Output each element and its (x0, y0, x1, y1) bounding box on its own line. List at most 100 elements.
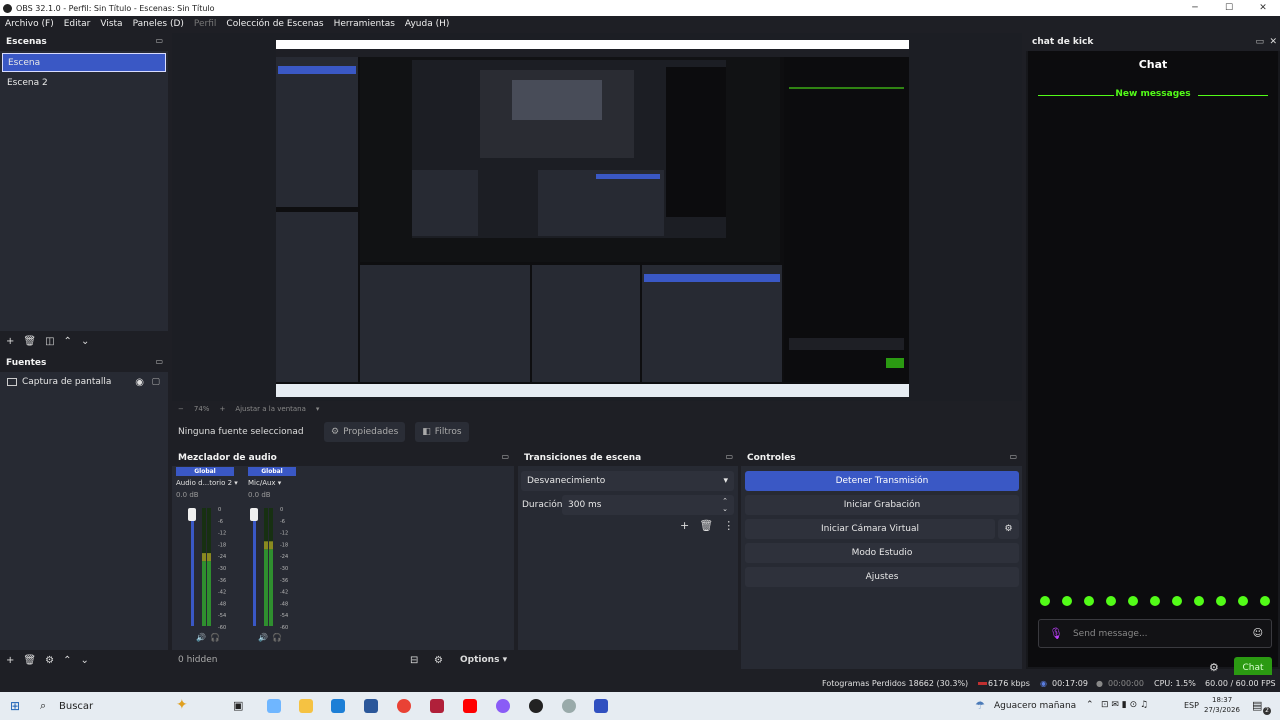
remove-transition-icon[interactable]: 🗑 (699, 519, 713, 532)
scene-item[interactable]: Escena (2, 53, 166, 72)
search-icon[interactable]: ⌕ (40, 699, 46, 713)
menu-archivo[interactable]: Archivo (F) (5, 19, 54, 29)
word-icon[interactable] (364, 699, 378, 713)
tray-icons[interactable]: ⊡ ✉ ▮ ⊙ ♫ (1101, 700, 1148, 710)
emote-icon[interactable] (1150, 596, 1160, 606)
emoji-icon[interactable]: ☺ (1253, 628, 1263, 639)
emote-icon[interactable] (1062, 596, 1072, 606)
menu-ayuda[interactable]: Ayuda (H) (405, 19, 449, 29)
move-down-icon[interactable]: ⌄ (81, 336, 89, 347)
move-down-icon[interactable]: ⌄ (80, 655, 88, 666)
menu-herramientas[interactable]: Herramientas (334, 19, 395, 29)
source-settings-icon[interactable]: ⚙ (45, 655, 54, 666)
add-transition-icon[interactable]: + (680, 519, 689, 532)
float-dock-icon[interactable]: ▭ (155, 36, 163, 45)
clock-date[interactable]: 27/3/2026 (1204, 706, 1240, 714)
maximize-button[interactable]: ☐ (1212, 0, 1246, 16)
new-messages-label[interactable]: New messages (1028, 89, 1278, 99)
volume-slider-track[interactable] (191, 508, 194, 626)
stop-stream-button[interactable]: Detener Transmisión (745, 471, 1019, 491)
move-up-icon[interactable]: ⌃ (63, 655, 71, 666)
float-dock-icon[interactable]: ▭ (1255, 37, 1264, 47)
volume-slider-handle[interactable] (250, 508, 258, 521)
chat-settings-icon[interactable]: ⚙ (1209, 661, 1219, 674)
emote-icon[interactable] (1040, 596, 1050, 606)
task-view-icon[interactable]: ▣ (233, 699, 243, 712)
taskbar-search[interactable]: Buscar (59, 701, 93, 712)
hidden-count[interactable]: 0 hidden (178, 655, 217, 665)
advanced-audio-icon[interactable]: ⚙ (434, 655, 443, 666)
menu-paneles[interactable]: Paneles (D) (133, 19, 184, 29)
zoom-in-icon[interactable]: + (219, 405, 225, 413)
zoom-out-icon[interactable]: − (178, 405, 184, 413)
emote-icon[interactable] (1106, 596, 1116, 606)
emote-icon[interactable] (1194, 596, 1204, 606)
menu-vista[interactable]: Vista (100, 19, 122, 29)
channel-name[interactable]: Audio d...torio 2 ▾ (176, 479, 238, 487)
menu-coleccion[interactable]: Colección de Escenas (226, 19, 323, 29)
language-indicator[interactable]: ESP (1184, 701, 1199, 710)
emote-icon[interactable] (1084, 596, 1094, 606)
chevron-down-icon[interactable]: ▾ (316, 405, 320, 413)
app-icon[interactable] (594, 699, 608, 713)
edge-icon[interactable] (331, 699, 345, 713)
emote-icon[interactable] (1260, 596, 1270, 606)
message-input[interactable]: 🎙 Send message... ☺ (1038, 619, 1272, 648)
menu-editar[interactable]: Editar (64, 19, 91, 29)
fit-mode-label[interactable]: Ajustar a la ventana (235, 405, 306, 413)
obs-taskbar-icon[interactable] (529, 699, 543, 713)
remove-source-icon[interactable]: 🗑 (23, 655, 36, 666)
more-options-icon[interactable]: ⋮ (723, 519, 734, 532)
float-dock-icon[interactable]: ▭ (725, 452, 733, 461)
preview-canvas[interactable] (276, 40, 909, 397)
settings-button[interactable]: Ajustes (745, 567, 1019, 587)
filters-button[interactable]: ◧ Filtros (415, 422, 469, 442)
menu-perfil[interactable]: Perfil (194, 19, 217, 29)
copilot-icon[interactable] (267, 699, 281, 713)
transition-select[interactable]: Desvanecimiento ▾ (521, 471, 734, 491)
chevron-up-icon[interactable]: ⌃ (1086, 700, 1094, 710)
app-icon[interactable] (562, 699, 576, 713)
duration-spinbox[interactable]: 300 ms ⌃ ⌄ (562, 495, 734, 515)
microphone-icon[interactable]: 🎙 (1049, 627, 1063, 640)
file-explorer-icon[interactable] (299, 699, 313, 713)
properties-button[interactable]: ⚙ Propiedades (324, 422, 406, 442)
app-icon[interactable] (430, 699, 444, 713)
discord-icon[interactable] (496, 699, 510, 713)
visibility-eye-icon[interactable]: ◉ (135, 377, 144, 388)
emote-icon[interactable] (1128, 596, 1138, 606)
float-dock-icon[interactable]: ▭ (1009, 452, 1017, 461)
weather-text[interactable]: Aguacero mañana (994, 701, 1076, 711)
scene-item[interactable]: Escena 2 (2, 73, 166, 92)
widgets-icon[interactable]: ✦ (176, 697, 188, 713)
start-recording-button[interactable]: Iniciar Grabación (745, 495, 1019, 515)
layout-icon[interactable]: ⊟ (410, 655, 418, 666)
virtual-camera-button[interactable]: Iniciar Cámara Virtual (745, 519, 995, 539)
channel-name[interactable]: Mic/Aux ▾ (248, 479, 296, 487)
notification-icon[interactable]: ▤ (1252, 699, 1262, 712)
move-up-icon[interactable]: ⌃ (64, 336, 72, 347)
options-button[interactable]: Options ▾ (460, 655, 507, 665)
add-source-icon[interactable]: + (6, 655, 14, 666)
remove-scene-icon[interactable]: 🗑 (23, 336, 36, 347)
virtual-camera-settings-icon[interactable]: ⚙ (998, 519, 1019, 539)
lock-icon[interactable]: ▢ (151, 377, 160, 387)
emote-icon[interactable] (1172, 596, 1182, 606)
close-button[interactable]: ✕ (1246, 0, 1280, 16)
windows-start-icon[interactable]: ⊞ (10, 699, 20, 713)
emote-icon[interactable] (1216, 596, 1226, 606)
float-dock-icon[interactable]: ▭ (501, 452, 509, 461)
emote-icon[interactable] (1238, 596, 1248, 606)
close-icon[interactable]: ✕ (1269, 37, 1277, 47)
youtube-icon[interactable] (463, 699, 477, 713)
scene-filters-icon[interactable]: ◫ (45, 336, 54, 347)
clock-time[interactable]: 18:37 (1212, 696, 1232, 704)
volume-slider-track[interactable] (253, 508, 256, 626)
minimize-button[interactable]: ─ (1178, 0, 1212, 16)
volume-slider-handle[interactable] (188, 508, 196, 521)
studio-mode-button[interactable]: Modo Estudio (745, 543, 1019, 563)
float-dock-icon[interactable]: ▭ (155, 357, 163, 366)
chrome-icon[interactable] (397, 699, 411, 713)
source-item[interactable]: Captura de pantalla ◉ ▢ (0, 372, 168, 392)
add-scene-icon[interactable]: + (6, 336, 14, 347)
